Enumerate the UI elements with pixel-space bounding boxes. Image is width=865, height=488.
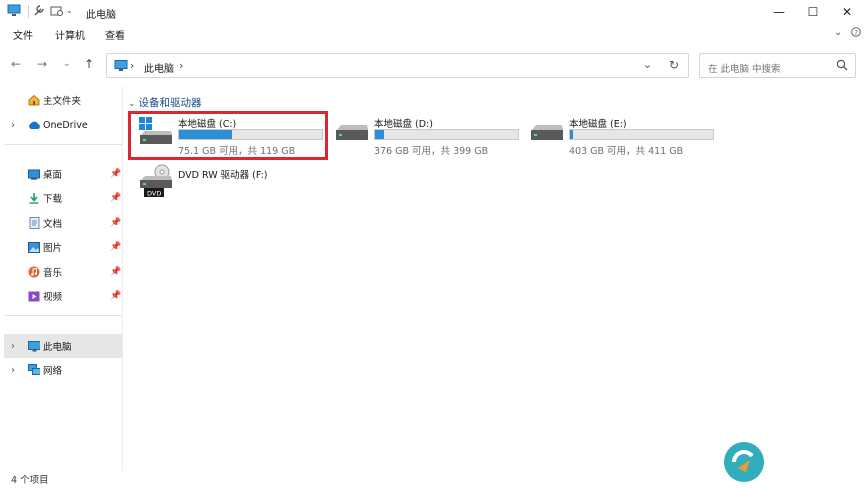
new-folder-icon[interactable]	[50, 4, 63, 20]
pin-icon[interactable]: 📌	[110, 218, 121, 228]
section-header[interactable]: ⌄ 设备和驱动器	[128, 95, 202, 110]
drive-name: 本地磁盘 (D:)	[374, 119, 433, 130]
maximize-button[interactable]: ☐	[796, 0, 830, 24]
search-box[interactable]: 在 此电脑 中搜索	[699, 53, 856, 78]
computer-icon	[28, 340, 40, 352]
sidebar-item-this-pc[interactable]: › 此电脑	[4, 334, 122, 358]
menu-bar: 文件 计算机 查看 ⌄ ?	[0, 24, 865, 44]
sidebar-item-label: 下载	[43, 194, 63, 205]
sidebar-item-label: 桌面	[43, 170, 63, 181]
svg-text:DVD: DVD	[147, 190, 161, 198]
sidebar-item-downloads[interactable]: 下载 📌	[4, 186, 122, 210]
watermark-text: 创新互联	[770, 455, 842, 475]
pin-icon[interactable]: 📌	[110, 169, 121, 179]
menu-computer[interactable]: 计算机	[55, 27, 85, 42]
chevron-right-icon[interactable]: ›	[11, 365, 15, 376]
music-icon	[28, 266, 40, 278]
sidebar-item-music[interactable]: 音乐 📌	[4, 260, 122, 284]
dvd-drive-icon: DVD	[138, 164, 174, 201]
sidebar-item-label: 视频	[43, 292, 63, 303]
sidebar-item-label: 文档	[43, 219, 63, 230]
address-bar[interactable]: › 此电脑 › ⌄ ↻	[106, 53, 689, 78]
sidebar-item-label: 音乐	[43, 268, 63, 279]
expand-ribbon-icon[interactable]: ⌄	[834, 27, 842, 38]
chevron-right-icon[interactable]: ›	[11, 341, 15, 352]
usage-bar	[569, 129, 714, 140]
chevron-down-icon[interactable]: ⌄	[128, 99, 136, 109]
breadcrumb[interactable]: 此电脑	[144, 60, 174, 75]
drive-capacity: 376 GB 可用，共 399 GB	[374, 146, 489, 157]
drive-item-e[interactable]: 本地磁盘 (E:) 403 GB 可用，共 411 GB	[519, 112, 714, 162]
forward-button[interactable]: →	[37, 57, 47, 71]
computer-icon[interactable]	[7, 4, 21, 20]
refresh-icon[interactable]: ↻	[669, 58, 679, 72]
video-icon	[28, 290, 40, 302]
cloud-icon	[28, 119, 40, 131]
sidebar-item-documents[interactable]: 文档 📌	[4, 211, 122, 235]
selection-highlight	[128, 111, 328, 160]
computer-icon	[114, 60, 128, 75]
download-icon	[28, 192, 40, 204]
sidebar-item-pictures[interactable]: 图片 📌	[4, 235, 122, 259]
drive-item-f[interactable]: DVD DVD RW 驱动器 (F:)	[128, 163, 323, 213]
sidebar-item-network[interactable]: › 网络	[4, 358, 122, 382]
usage-bar	[374, 129, 519, 140]
breadcrumb-chevron-icon[interactable]: ›	[179, 59, 183, 72]
pin-icon[interactable]: 📌	[110, 291, 121, 301]
drive-icon	[334, 124, 370, 149]
picture-icon	[28, 241, 40, 253]
home-icon	[28, 94, 40, 106]
divider	[4, 315, 122, 316]
properties-icon[interactable]	[33, 4, 45, 20]
minimize-button[interactable]: —	[762, 0, 796, 24]
search-input[interactable]: 在 此电脑 中搜索	[708, 61, 781, 75]
section-title: 设备和驱动器	[138, 97, 202, 109]
divider	[122, 86, 123, 471]
drive-name: 本地磁盘 (E:)	[569, 119, 627, 130]
drive-icon	[529, 124, 565, 149]
network-icon	[28, 364, 40, 376]
close-button[interactable]: ✕	[830, 0, 864, 24]
title-bar: ⌄ 此电脑 — ☐ ✕	[0, 0, 865, 24]
sidebar-item-videos[interactable]: 视频 📌	[4, 284, 122, 308]
watermark-logo-icon	[716, 438, 766, 487]
divider	[28, 5, 29, 18]
drive-item-d[interactable]: 本地磁盘 (D:) 376 GB 可用，共 399 GB	[324, 112, 519, 162]
menu-view[interactable]: 查看	[105, 27, 125, 42]
sidebar-item-label: 网络	[43, 366, 63, 377]
usage-bar-fill	[375, 130, 384, 139]
pin-icon[interactable]: 📌	[110, 193, 121, 203]
sidebar-item-home[interactable]: 主文件夹	[4, 88, 122, 112]
window-title: 此电脑	[86, 10, 116, 21]
watermark: 创新互联	[720, 430, 865, 488]
status-item-count: 4 个项目	[11, 475, 49, 486]
back-button[interactable]: ←	[11, 57, 21, 71]
drive-capacity: 403 GB 可用，共 411 GB	[569, 146, 684, 157]
sidebar-item-label: 主文件夹	[43, 96, 82, 107]
pin-icon[interactable]: 📌	[110, 267, 121, 277]
chevron-down-icon[interactable]: ⌄	[66, 6, 73, 15]
pin-icon[interactable]: 📌	[110, 242, 121, 252]
search-icon[interactable]	[836, 59, 848, 74]
chevron-down-icon[interactable]: ⌄	[643, 58, 652, 71]
menu-file[interactable]: 文件	[13, 27, 33, 42]
sidebar-item-label: 图片	[43, 243, 63, 254]
document-icon	[28, 217, 40, 229]
navigation-pane: 主文件夹 › OneDrive 桌面 📌 下载 📌 文档 📌 图片 📌 音乐 📌…	[0, 86, 122, 471]
divider	[4, 144, 122, 145]
svg-text:?: ?	[854, 29, 858, 37]
help-icon[interactable]: ?	[851, 27, 861, 40]
recent-locations-icon[interactable]: ⌄	[63, 59, 71, 69]
drive-name: DVD RW 驱动器 (F:)	[178, 170, 268, 181]
sidebar-item-desktop[interactable]: 桌面 📌	[4, 162, 122, 186]
sidebar-item-onedrive[interactable]: › OneDrive	[4, 113, 122, 137]
breadcrumb-chevron-icon[interactable]: ›	[130, 59, 134, 72]
chevron-right-icon[interactable]: ›	[11, 120, 15, 131]
up-button[interactable]: ↑	[84, 57, 94, 71]
desktop-icon	[28, 168, 40, 180]
usage-bar-fill	[570, 130, 573, 139]
sidebar-item-label: 此电脑	[43, 342, 72, 353]
sidebar-item-label: OneDrive	[43, 119, 88, 131]
